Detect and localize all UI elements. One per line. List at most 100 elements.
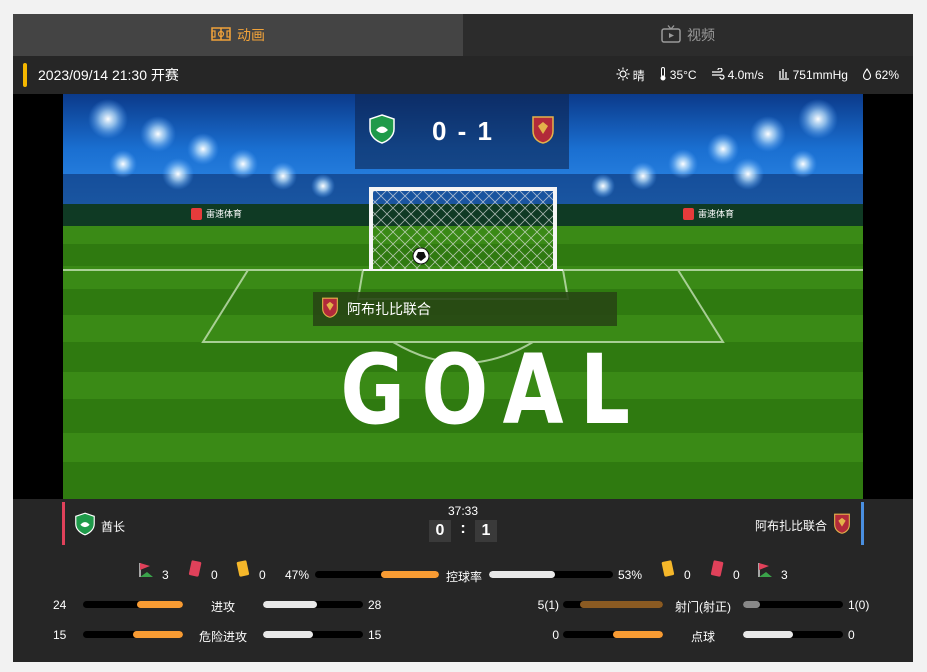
stat-home-bar: [563, 631, 663, 638]
wind-text: 4.0m/s: [727, 68, 764, 82]
possession-label: 控球率: [445, 570, 482, 584]
stat-home-value: 5(1): [537, 598, 559, 612]
tv-icon: [661, 24, 681, 46]
score-separator: :: [460, 520, 466, 537]
stat-home-bar: [563, 601, 663, 608]
stat-away-bar: [263, 631, 363, 638]
away-crest-icon: [833, 512, 851, 539]
stat-label: 点球: [690, 630, 715, 644]
match-clock: 37:33: [447, 504, 479, 518]
home-team-name: 酋长: [101, 520, 126, 534]
sponsor-text-right: 雷速体育: [698, 209, 735, 219]
home-corners: 3: [162, 568, 169, 582]
home-crest-icon: [369, 114, 395, 149]
sponsor-board-left: 雷速体育: [191, 207, 242, 220]
score-bar: 酋长 37:33 0 : 1 阿布扎比联合: [13, 499, 913, 548]
stat-away-bar: [743, 601, 843, 608]
away-yellow-cards: 0: [684, 568, 691, 582]
sponsor-logo-icon: [683, 207, 694, 220]
kickoff-time: 2023/09/14 21:30 开赛: [38, 67, 179, 83]
tab-animation-label: 动画: [237, 27, 265, 43]
sponsor-board-right: 雷速体育: [683, 207, 734, 220]
match-panel: 动画 视频 2023/09/14 21:30 开赛 晴 35°C 4.0m/s: [13, 14, 913, 662]
away-side-marker: [861, 502, 864, 545]
away-corners: 3: [781, 568, 788, 582]
yellow-card-icon: [236, 560, 250, 581]
stat-away-fill: [263, 601, 317, 608]
goal-team-banner: 阿布扎比联合: [313, 292, 617, 326]
home-red-cards: 0: [211, 568, 218, 582]
goal-team-name: 阿布扎比联合: [347, 301, 431, 317]
possession-away-bar: [489, 571, 613, 578]
humidity-icon: [862, 67, 872, 83]
pitch-field: 雷速体育 雷速体育 0 - 1 阿布扎比联合 GOAL: [63, 94, 863, 499]
tab-bar: 动画 视频: [13, 14, 913, 56]
weather-text: 晴: [632, 68, 645, 83]
away-crest-icon: [321, 296, 339, 323]
away-team[interactable]: 阿布扎比联合: [755, 512, 851, 539]
pressure-icon: [778, 68, 790, 83]
stat-away-value: 15: [368, 628, 382, 642]
ball-icon: [412, 247, 430, 265]
stat-away-bar: [263, 601, 363, 608]
match-animation: 雷速体育 雷速体育 0 - 1 阿布扎比联合 GOAL: [13, 94, 913, 499]
stat-away-fill: [743, 601, 760, 608]
pitch-icon: [211, 26, 231, 44]
possession-home-fill: [381, 571, 439, 578]
possession-away-fill: [489, 571, 555, 578]
temperature-text: 35°C: [669, 68, 697, 82]
yellow-card-icon: [661, 560, 675, 581]
stat-home-fill: [137, 601, 183, 608]
red-card-icon: [710, 560, 724, 581]
corner-flag-icon: [756, 561, 774, 582]
humidity-text: 62%: [874, 68, 899, 82]
sponsor-text-left: 雷速体育: [206, 209, 243, 219]
stat-home-fill: [133, 631, 183, 638]
stat-away-value: 0: [848, 628, 855, 642]
tab-video[interactable]: 视频: [463, 14, 913, 56]
stat-home-fill: [580, 601, 663, 608]
goal-text: GOAL: [340, 334, 647, 446]
stat-home-bar: [83, 631, 183, 638]
tab-animation[interactable]: 动画: [13, 14, 463, 56]
red-card-icon: [188, 560, 202, 581]
home-score: 0: [429, 520, 451, 542]
stat-home-value: 24: [53, 598, 67, 612]
tab-video-label: 视频: [687, 27, 715, 43]
sun-icon: [616, 67, 630, 84]
possession-away: 53%: [618, 568, 643, 582]
stat-label: 危险进攻: [198, 630, 247, 644]
away-red-cards: 0: [733, 568, 740, 582]
sponsor-logo-icon: [191, 207, 202, 220]
away-score: 1: [475, 520, 497, 542]
weather-info: 晴 35°C 4.0m/s 751mmHg 62%: [616, 66, 899, 84]
possession-home-bar: [315, 571, 439, 578]
away-crest-icon: [531, 114, 555, 149]
corner-flag-icon: [137, 561, 155, 582]
stat-away-value: 1(0): [848, 598, 870, 612]
stat-away-fill: [263, 631, 313, 638]
home-yellow-cards: 0: [259, 568, 266, 582]
animation-score: 0 - 1: [431, 116, 495, 146]
match-info-bar: 2023/09/14 21:30 开赛 晴 35°C 4.0m/s 751mmH…: [13, 56, 913, 94]
stat-away-fill: [743, 631, 793, 638]
thermometer-icon: [659, 66, 667, 84]
away-team-name: 阿布扎比联合: [754, 519, 827, 533]
home-side-marker: [62, 502, 65, 545]
home-team[interactable]: 酋长: [75, 512, 125, 541]
accent-marker: [23, 63, 27, 87]
stat-label: 射门(射正): [675, 600, 731, 614]
stat-home-bar: [83, 601, 183, 608]
match-stats: 3 0 0 47% 控球率 53% 0 0 3 24 进攻 28 15 危险进攻 15: [13, 548, 913, 662]
pressure-text: 751mmHg: [792, 68, 848, 82]
stat-away-bar: [743, 631, 843, 638]
wind-icon: [711, 66, 725, 83]
home-crest-icon: [75, 512, 95, 541]
stat-away-value: 28: [368, 598, 382, 612]
stat-home-value: 15: [53, 628, 67, 642]
stat-label: 进攻: [210, 600, 235, 614]
animation-scoreboard: 0 - 1: [355, 94, 569, 169]
stat-home-fill: [613, 631, 663, 638]
possession-home: 47%: [285, 568, 310, 582]
stat-home-value: 0: [552, 628, 559, 642]
